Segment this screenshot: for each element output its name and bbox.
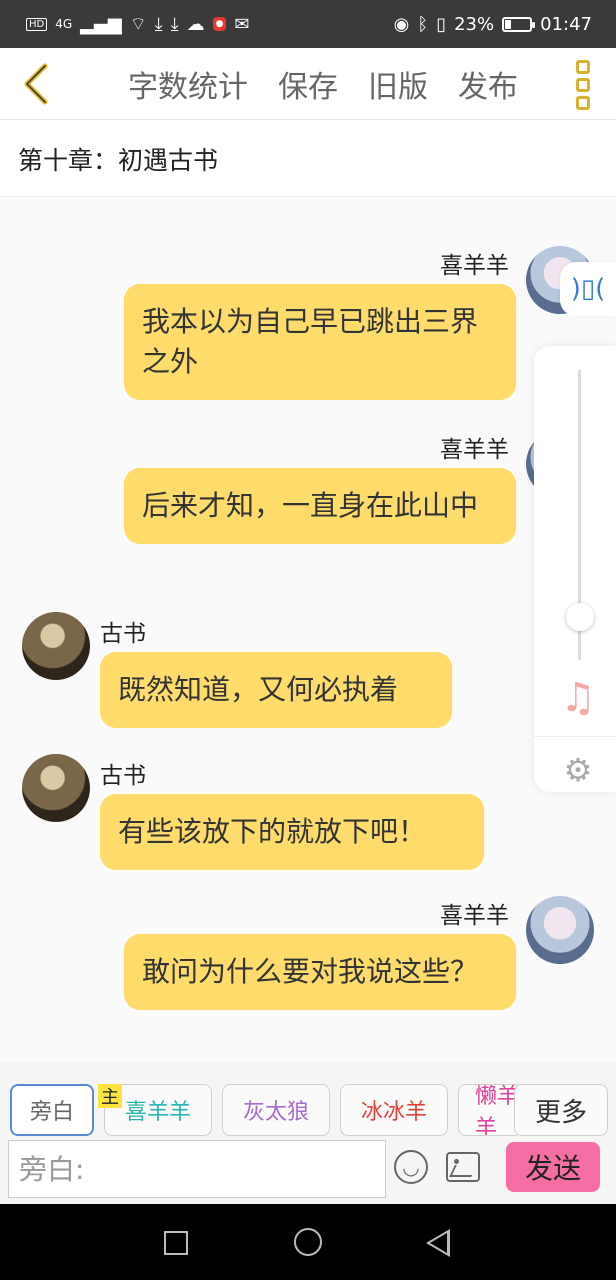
menu-dot-icon — [576, 60, 590, 74]
message-bubble[interactable]: 既然知道，又何必执着 — [100, 652, 452, 728]
message-input[interactable] — [8, 1140, 386, 1198]
app-notification-icon: ● — [212, 17, 227, 31]
vibrate-icon: ▯ — [436, 13, 447, 35]
eye-icon: ◉ — [393, 13, 410, 35]
gear-icon[interactable]: ⚙ — [560, 751, 596, 789]
battery-percent: 23% — [454, 13, 495, 35]
input-row: ◡ 发送 — [0, 1140, 616, 1204]
bluetooth-icon: ᛒ — [417, 13, 429, 35]
old-version-button[interactable]: 旧版 — [368, 62, 428, 106]
toolbar-actions: 字数统计 保存 旧版 发布 — [128, 48, 518, 120]
role-narrator[interactable]: 旁白 — [10, 1084, 94, 1136]
back-button[interactable] — [14, 60, 58, 108]
side-control-panel: ♫ ⚙ — [534, 346, 616, 792]
battery-icon — [502, 16, 536, 32]
avatar[interactable] — [22, 754, 90, 822]
save-button[interactable]: 保存 — [278, 62, 338, 106]
menu-dot-icon — [576, 96, 590, 110]
message-bubble[interactable]: 敢问为什么要对我说这些？ — [124, 934, 516, 1010]
cloud-icon: ☁ — [186, 13, 205, 35]
status-left: HD 4G ▂▄▆ ⌔ ⤓ ⤓ ☁ ● ✉ — [26, 13, 250, 36]
message-bubble[interactable]: 我本以为自己早已跳出三界之外 — [124, 284, 516, 400]
chevron-left-icon — [24, 63, 48, 105]
vibrate-toggle[interactable]: )▯( — [560, 262, 616, 316]
image-icon[interactable] — [446, 1152, 480, 1182]
clock: 01:47 — [540, 13, 592, 35]
home-icon[interactable] — [294, 1228, 322, 1256]
back-nav-icon[interactable] — [426, 1229, 450, 1257]
role-lanyangyang[interactable]: 懒羊羊 — [458, 1084, 522, 1136]
word-count-button[interactable]: 字数统计 — [128, 62, 248, 106]
vibrate-icon: )▯( — [570, 274, 606, 304]
system-nav-bar — [0, 1204, 616, 1280]
role-bingbingyang[interactable]: 冰冰羊 — [340, 1084, 448, 1136]
download-icon: ⤓ — [170, 13, 179, 35]
publish-button[interactable]: 发布 — [458, 62, 518, 106]
status-right: ◉ ᛒ ▯ 23% 01:47 — [394, 14, 592, 35]
role-huitailang[interactable]: 灰太狼 — [222, 1084, 330, 1136]
hd-indicator: HD — [26, 17, 48, 31]
chapter-title[interactable]: 第十章：初遇古书 — [0, 121, 616, 197]
volume-slider-handle[interactable] — [566, 603, 594, 631]
download-icon: ⤓ — [154, 13, 163, 35]
emoji-icon[interactable]: ◡ — [394, 1150, 428, 1184]
speaker-name: 喜羊羊 — [440, 903, 509, 929]
avatar[interactable] — [526, 896, 594, 964]
message-bubble[interactable]: 后来才知，一直身在此山中 — [124, 468, 516, 544]
battery-fill — [505, 19, 512, 29]
speaker-name: 喜羊羊 — [440, 253, 509, 279]
speaker-name: 古书 — [100, 621, 146, 647]
send-button[interactable]: 发送 — [506, 1142, 600, 1192]
music-icon[interactable]: ♫ — [556, 675, 600, 721]
message-bubble[interactable]: 有些该放下的就放下吧！ — [100, 794, 484, 870]
role-selector: 旁白 喜羊羊 灰太狼 冰冰羊 懒羊羊 更多 — [0, 1062, 616, 1140]
chat-area[interactable]: 喜羊羊 我本以为自己早已跳出三界之外 喜羊羊 后来才知，一直身在此山中 古书 既… — [0, 198, 616, 1062]
recent-apps-icon[interactable] — [164, 1231, 188, 1255]
signal-icon: ▂▄▆ — [80, 13, 122, 35]
more-roles-button[interactable]: 更多 — [514, 1084, 608, 1136]
speaker-name: 古书 — [100, 763, 146, 789]
status-bar: HD 4G ▂▄▆ ⌔ ⤓ ⤓ ☁ ● ✉ ◉ ᛒ ▯ 23% 01:47 — [0, 0, 616, 48]
panel-divider — [534, 736, 616, 737]
avatar[interactable] — [22, 612, 90, 680]
more-menu-button[interactable] — [568, 60, 598, 110]
menu-dot-icon — [576, 78, 590, 92]
wechat-icon: ✉ — [234, 13, 250, 35]
speaker-name: 喜羊羊 — [440, 437, 509, 463]
wifi-icon: ⌔ — [129, 13, 147, 35]
host-badge: 主 — [98, 1084, 122, 1108]
network-indicator: 4G — [55, 17, 73, 31]
top-toolbar: 字数统计 保存 旧版 发布 — [0, 48, 616, 120]
